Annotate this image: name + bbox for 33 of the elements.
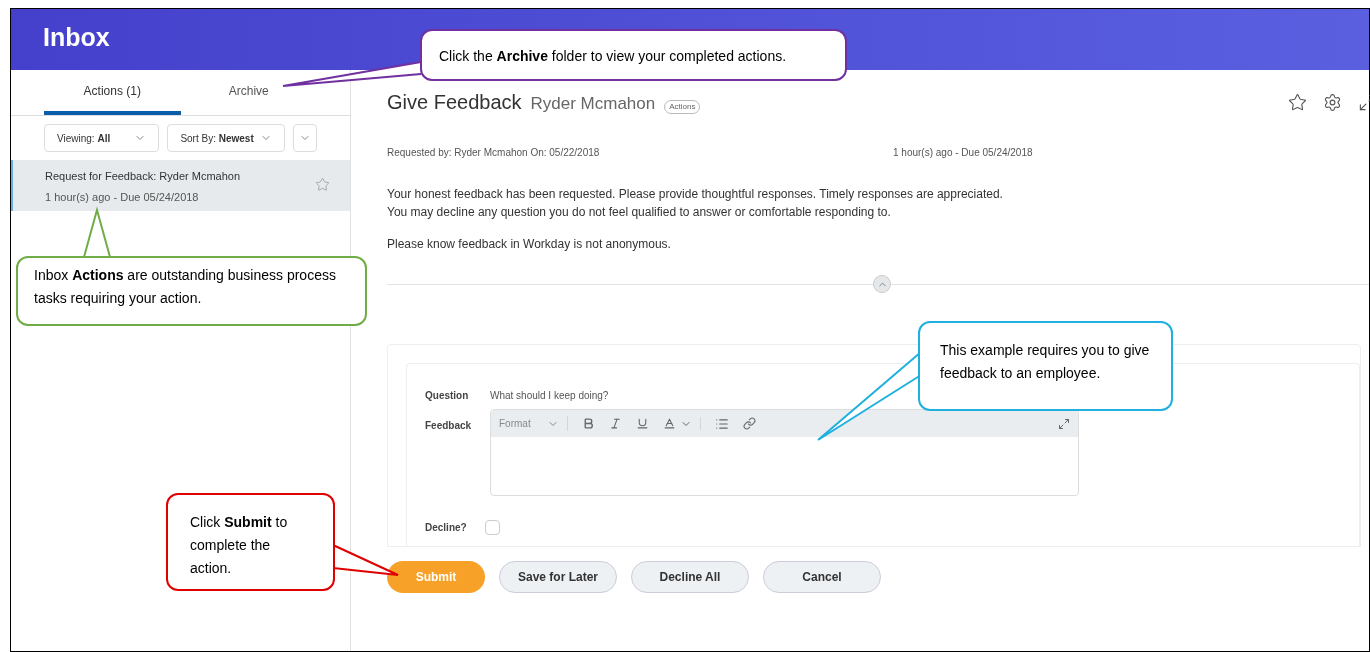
due-text: 1 hour(s) ago - Due 05/24/2018 bbox=[893, 146, 1033, 160]
italic-icon[interactable] bbox=[608, 417, 622, 430]
callout-box: Inbox Actions are outstanding business process tasks requiring your action. bbox=[16, 256, 367, 326]
list-icon[interactable] bbox=[714, 416, 729, 431]
filter-dropdown[interactable]: Sort By: Newest bbox=[167, 124, 285, 152]
tab[interactable]: Archive bbox=[180, 70, 317, 115]
tab[interactable]: Actions (1) bbox=[44, 70, 181, 115]
requested-by: Requested by: Ryder Mcmahon On: 05/22/2018 bbox=[387, 146, 601, 160]
action-button[interactable]: Cancel bbox=[763, 561, 881, 593]
description-paragraph: Please know feedback in Workday is not anonymous. bbox=[387, 236, 672, 253]
filter-dropdown[interactable]: Viewing: All bbox=[44, 124, 160, 152]
star-icon[interactable] bbox=[315, 177, 330, 192]
action-button[interactable]: Save for Later bbox=[499, 561, 617, 593]
settings-icon[interactable] bbox=[1323, 92, 1342, 112]
action-button[interactable]: Decline All bbox=[631, 561, 749, 593]
detail-subject: Ryder Mcmahon bbox=[530, 93, 656, 115]
field-label: Question bbox=[425, 389, 470, 403]
question-text: What should I keep doing? bbox=[490, 389, 609, 403]
description-paragraph: Your honest feedback has been requested. Please provide thoughtful responses. Timely responses are appreciated. You may decline any question you do not feel qualified to answer or comfortable responding to. bbox=[387, 186, 1004, 221]
field-label: Feedback bbox=[425, 419, 473, 433]
field-label: Decline? bbox=[425, 521, 468, 535]
callout-box: Click the Archive folder to view your completed actions. bbox=[420, 29, 847, 81]
link-icon[interactable] bbox=[742, 417, 756, 430]
decline-checkbox[interactable] bbox=[485, 520, 500, 535]
callout-box: Click Submit to complete the action. bbox=[166, 493, 335, 591]
item-meta: 1 hour(s) ago - Due 05/24/2018 bbox=[45, 189, 200, 205]
star-icon[interactable] bbox=[1288, 92, 1307, 112]
underline-icon[interactable] bbox=[635, 417, 649, 430]
text-color-icon[interactable] bbox=[662, 417, 676, 430]
item-title: Request for Feedback: Ryder Mcmahon bbox=[45, 169, 241, 184]
inbox-item[interactable]: Request for Feedback: Ryder Mcmahon 1 hour(s) ago - Due 05/24/2018 bbox=[11, 160, 350, 211]
inbox-title: Inbox bbox=[43, 23, 110, 51]
detail-title: Give Feedback bbox=[387, 90, 522, 115]
